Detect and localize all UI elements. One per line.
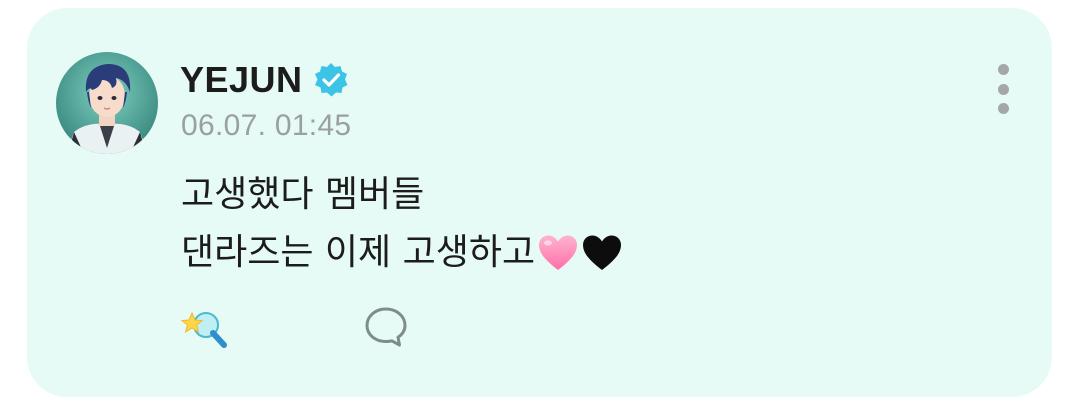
more-dot-icon	[997, 64, 1009, 75]
react-button[interactable]	[180, 303, 232, 351]
post-body: 고생했다 멤버들 댄라즈는 이제 고생하고	[181, 166, 623, 282]
comment-button[interactable]	[362, 303, 410, 351]
more-dot-icon	[997, 103, 1009, 114]
star-magnifier-icon	[180, 311, 227, 348]
avatar[interactable]	[56, 52, 158, 154]
post-body-line-2: 댄라즈는 이제 고생하고	[181, 224, 623, 282]
author-name[interactable]: YEJUN	[180, 58, 303, 102]
more-dot-icon	[997, 83, 1009, 95]
more-options-button[interactable]	[990, 64, 1016, 114]
speech-bubble-icon	[365, 307, 407, 347]
post-body-text-1: 고생했다 멤버들	[181, 174, 425, 215]
black-heart-icon	[583, 235, 622, 270]
author-row: YEJUN	[180, 58, 349, 102]
verified-badge-icon	[314, 63, 348, 97]
pink-heart-icon	[539, 235, 578, 270]
post-body-text-2: 댄라즈는 이제 고생하고	[181, 232, 536, 273]
post-body-line-1: 고생했다 멤버들	[181, 166, 623, 224]
post-timestamp: 06.07. 01:45	[181, 109, 352, 142]
